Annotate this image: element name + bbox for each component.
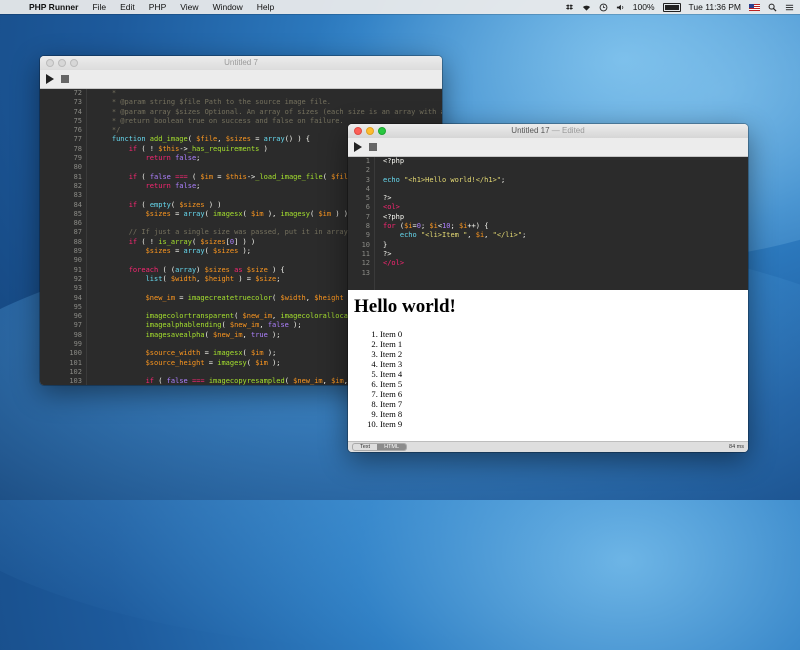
tab-html[interactable]: HTML xyxy=(377,444,407,450)
window-title: Untitled 17 xyxy=(511,126,550,135)
menu-php[interactable]: PHP xyxy=(142,0,173,14)
preview-list: Item 0 Item 1 Item 2 Item 3 Item 4 Item … xyxy=(354,329,742,430)
traffic-lights xyxy=(354,127,386,135)
menu-app-name[interactable]: PHP Runner xyxy=(22,0,85,14)
volume-icon[interactable] xyxy=(616,3,625,12)
list-item: Item 4 xyxy=(380,369,742,380)
minimize-button[interactable] xyxy=(58,59,66,67)
play-icon[interactable] xyxy=(354,142,362,152)
minimize-button[interactable] xyxy=(366,127,374,135)
edited-indicator: Edited xyxy=(562,126,585,135)
menu-bar: PHP Runner File Edit PHP View Window Hel… xyxy=(0,0,800,14)
window-toolbar xyxy=(40,70,442,89)
zoom-button[interactable] xyxy=(378,127,386,135)
list-item: Item 9 xyxy=(380,419,742,430)
close-button[interactable] xyxy=(46,59,54,67)
menu-file[interactable]: File xyxy=(85,0,113,14)
tab-text[interactable]: Text xyxy=(353,444,377,450)
list-item: Item 7 xyxy=(380,399,742,410)
close-button[interactable] xyxy=(354,127,362,135)
list-item: Item 5 xyxy=(380,379,742,390)
time-machine-icon[interactable] xyxy=(599,3,608,12)
code-editor[interactable]: 12345 6 7 8 9 10 11 12 13 <?php echo "<h1>Hell… xyxy=(348,157,748,290)
preview-heading: Hello world! xyxy=(354,296,456,317)
output-mode-toggle: Text HTML xyxy=(352,443,408,451)
line-number-gutter: 12345 6 7 8 9 10 11 12 13 xyxy=(348,157,375,290)
list-item: Item 3 xyxy=(380,359,742,370)
traffic-lights xyxy=(46,59,78,67)
wifi-icon[interactable] xyxy=(582,3,591,12)
list-item: Item 2 xyxy=(380,349,742,360)
list-item: Item 6 xyxy=(380,389,742,400)
status-bar: Text HTML 84 ms xyxy=(348,441,748,452)
window-toolbar xyxy=(348,138,748,157)
battery-icon[interactable] xyxy=(662,2,681,12)
battery-percent: 100% xyxy=(632,2,655,12)
menu-edit[interactable]: Edit xyxy=(113,0,142,14)
dropbox-icon[interactable] xyxy=(565,3,574,12)
code-text[interactable]: <?php echo "<h1>Hello world!</h1>"; ?> <… xyxy=(375,157,748,290)
editor-window-untitled-17[interactable]: Untitled 17 — Edited 12345 6 7 8 9 10 11 12 13… xyxy=(348,124,748,452)
list-item: Item 8 xyxy=(380,409,742,420)
list-item: Item 1 xyxy=(380,339,742,350)
stop-icon[interactable] xyxy=(369,143,377,151)
html-preview: Hello world! Item 0 Item 1 Item 2 Item 3… xyxy=(348,290,748,441)
list-item: Item 0 xyxy=(380,329,742,340)
menu-view[interactable]: View xyxy=(173,0,205,14)
window-titlebar[interactable]: Untitled 7 xyxy=(40,56,442,70)
menu-help[interactable]: Help xyxy=(250,0,281,14)
flag-icon[interactable] xyxy=(749,3,760,11)
stop-icon[interactable] xyxy=(61,75,69,83)
play-icon[interactable] xyxy=(46,74,54,84)
execution-time: 84 ms xyxy=(729,444,744,450)
notification-center-icon[interactable] xyxy=(785,3,794,12)
menu-window[interactable]: Window xyxy=(206,0,250,14)
menu-clock[interactable]: Tue 11:36 PM xyxy=(689,2,741,12)
zoom-button[interactable] xyxy=(70,59,78,67)
line-number-gutter: 72 73 74 75 76 77 78 79 80 81 82 83 84 85 86 87 88 89 9… xyxy=(40,89,87,385)
window-titlebar[interactable]: Untitled 17 — Edited xyxy=(348,124,748,138)
spotlight-icon[interactable] xyxy=(768,3,777,12)
window-title: Untitled 7 xyxy=(224,58,258,67)
